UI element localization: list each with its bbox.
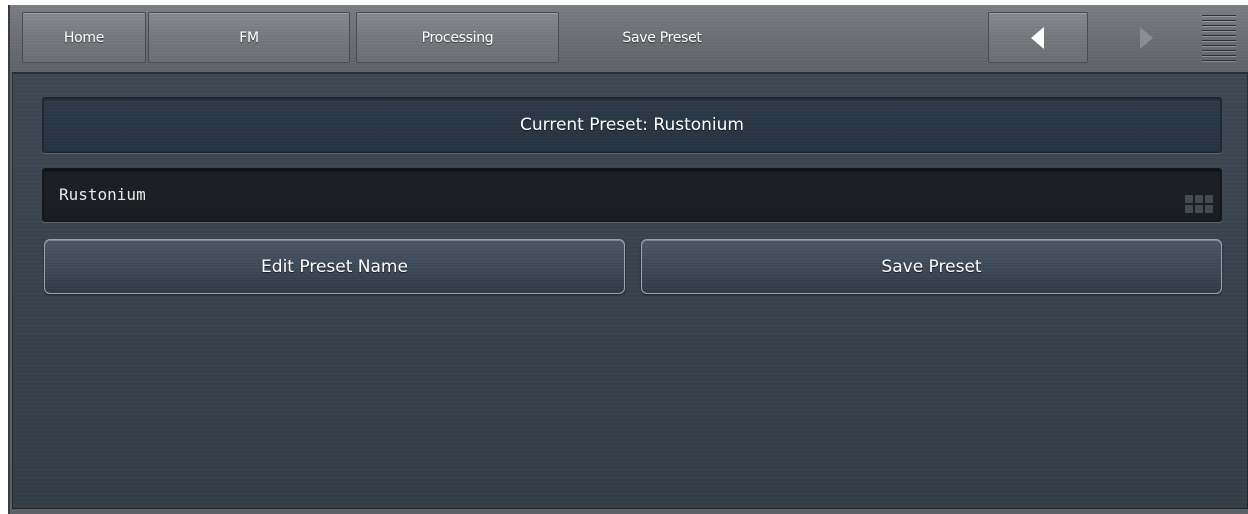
app-window: Home FM Processing Save Preset Current P…: [8, 5, 1248, 514]
tab-fm[interactable]: FM: [148, 12, 350, 63]
current-preset-display: Current Preset: Rustonium: [42, 97, 1222, 153]
triangle-left-icon: [1031, 26, 1045, 49]
tab-fm-label: FM: [239, 29, 259, 46]
save-preset-button[interactable]: Save Preset: [641, 239, 1222, 294]
preset-name-value: Rustonium: [59, 185, 146, 204]
main-panel: Current Preset: Rustonium Rustonium Edit…: [12, 72, 1248, 509]
edit-preset-name-button[interactable]: Edit Preset Name: [44, 239, 625, 294]
tab-home-label: Home: [63, 29, 105, 46]
tab-save-preset-label: Save Preset: [622, 29, 702, 46]
tab-save-preset[interactable]: Save Preset: [562, 12, 762, 63]
tab-home[interactable]: Home: [22, 12, 146, 63]
triangle-right-icon: [1139, 26, 1153, 49]
edit-preset-name-label: Edit Preset Name: [261, 256, 408, 277]
current-preset-label: Current Preset: Rustonium: [520, 115, 744, 135]
keyboard-icon[interactable]: [1185, 195, 1215, 215]
save-preset-label: Save Preset: [881, 256, 982, 277]
preset-name-field[interactable]: Rustonium: [42, 168, 1222, 222]
top-navigation-bar: Home FM Processing Save Preset: [10, 5, 1248, 72]
hamburger-menu-icon[interactable]: [1202, 15, 1236, 61]
tab-processing[interactable]: Processing: [356, 12, 559, 63]
tab-processing-label: Processing: [421, 29, 494, 46]
next-page-button[interactable]: [1096, 12, 1196, 63]
previous-page-button[interactable]: [988, 12, 1088, 63]
